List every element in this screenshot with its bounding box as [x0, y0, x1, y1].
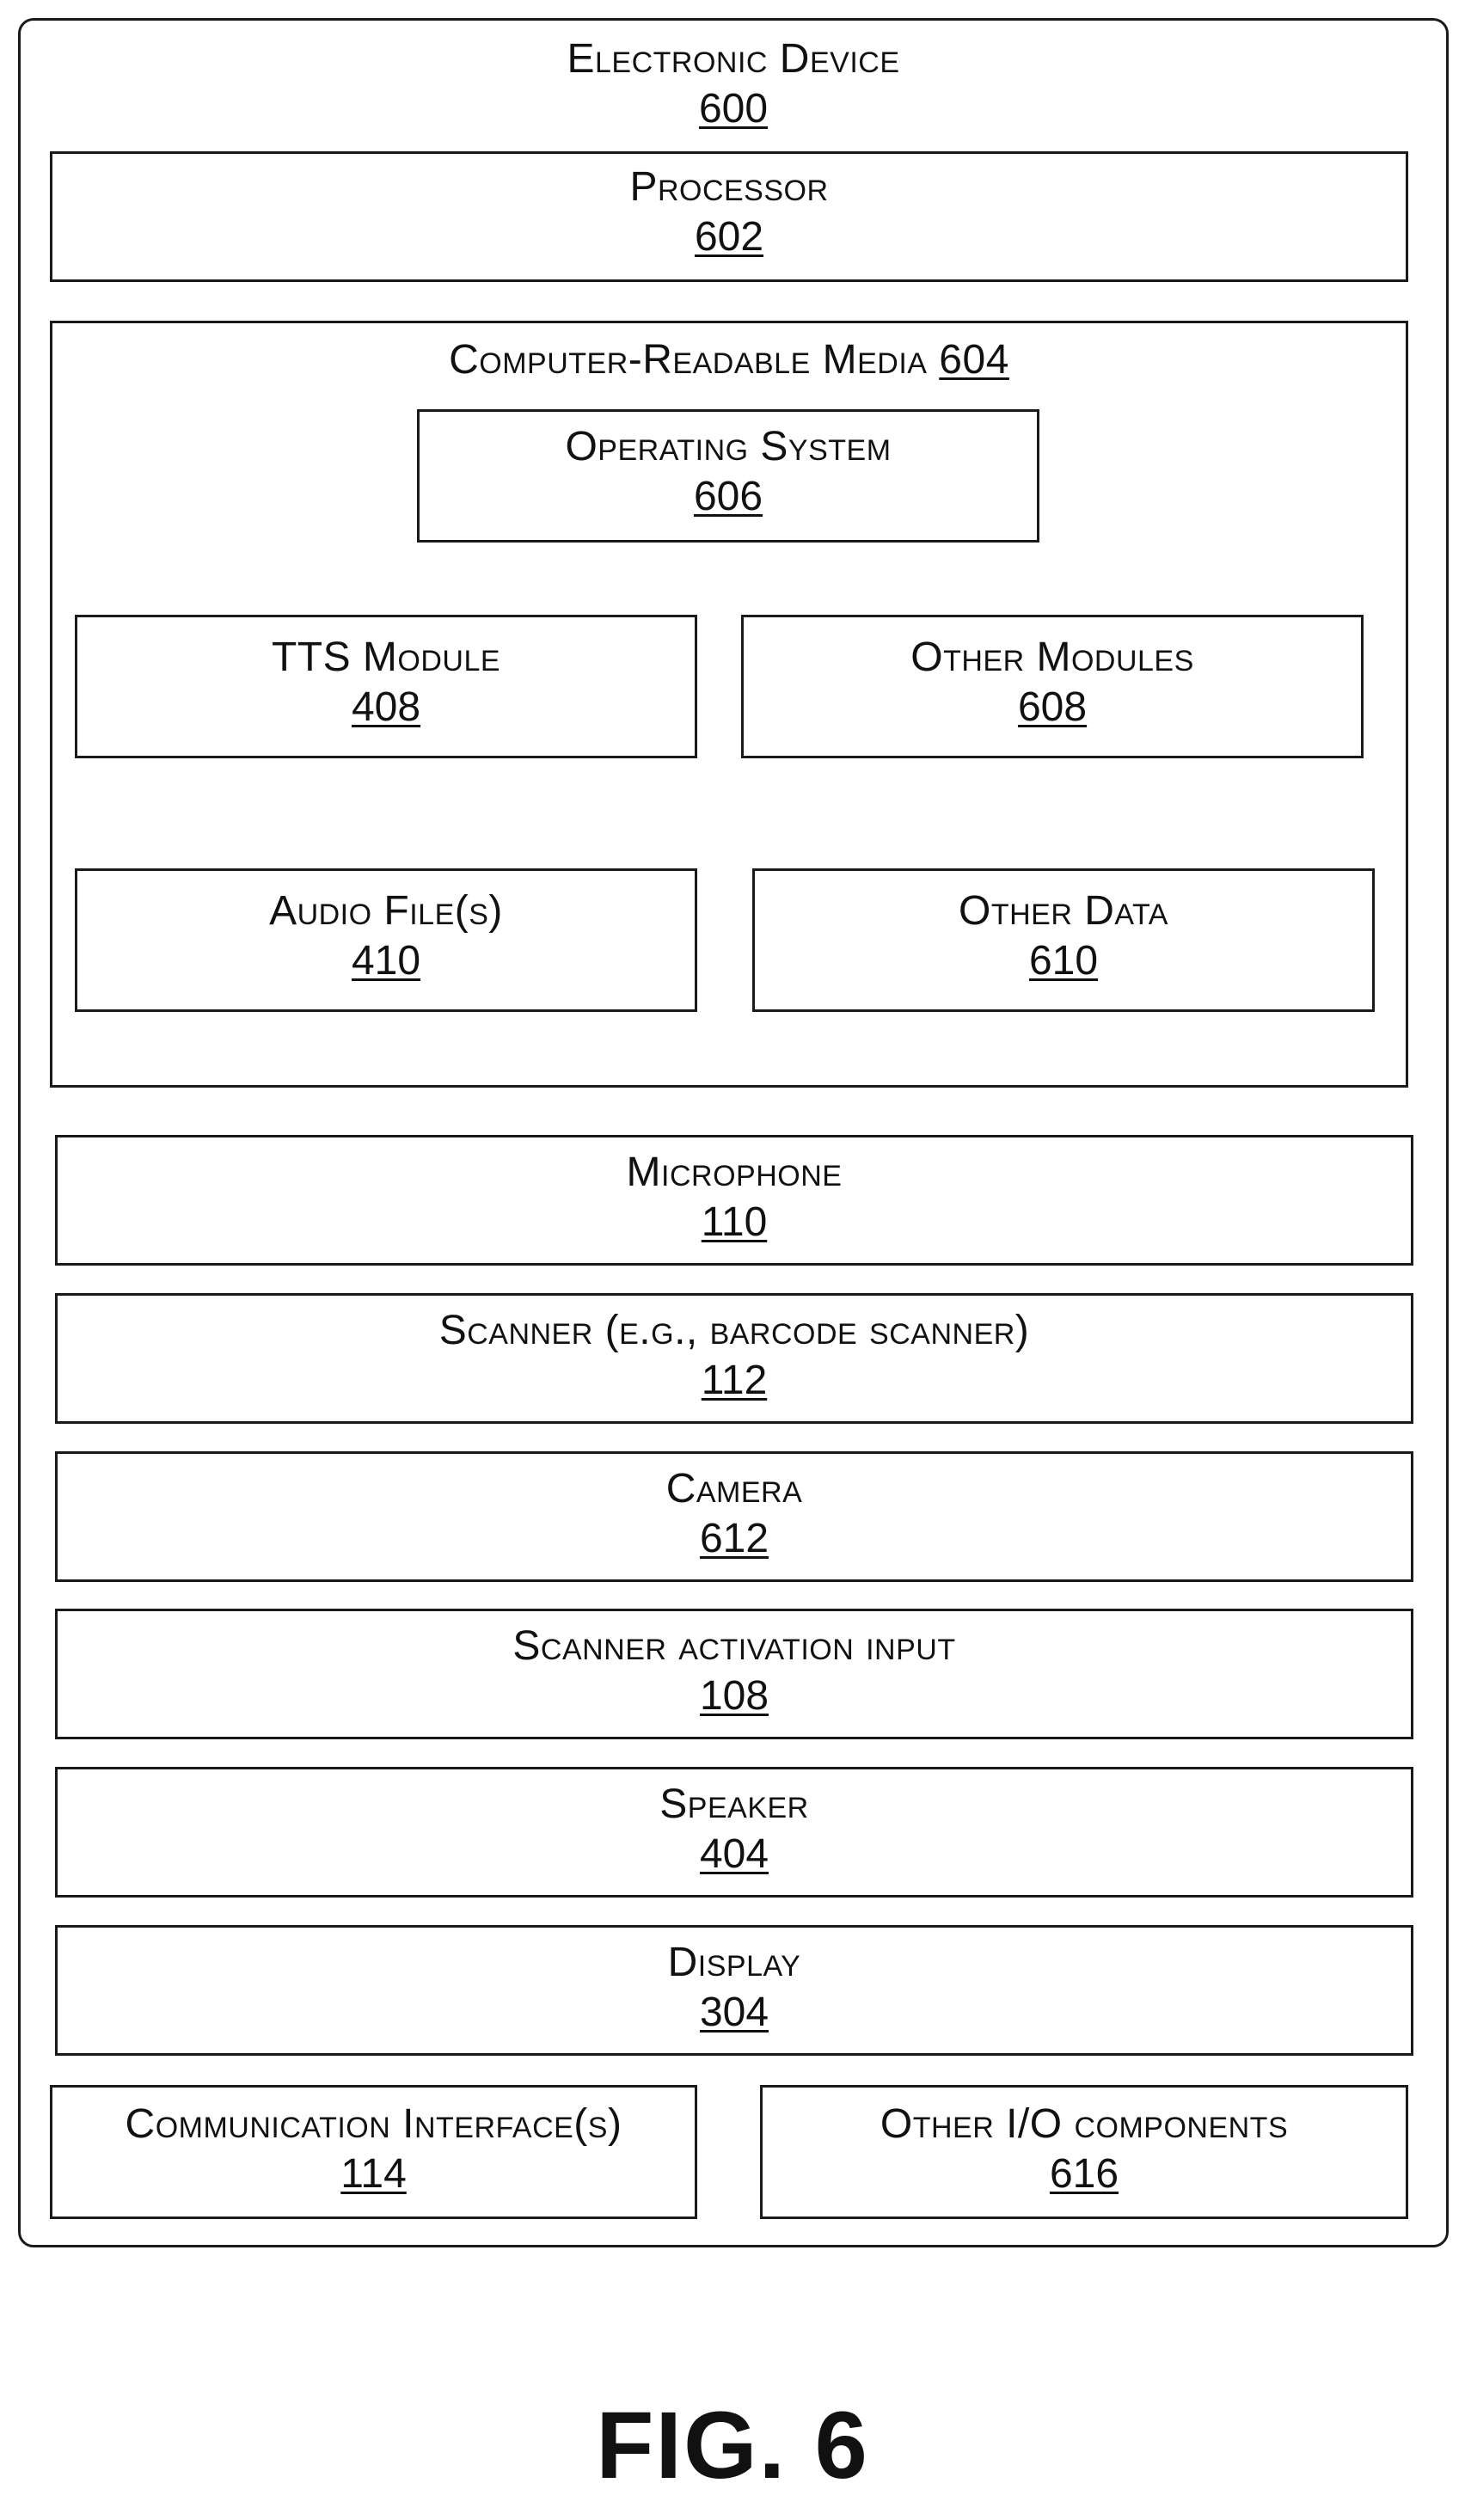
audio-files-number: 410: [77, 936, 695, 986]
other-modules-number: 608: [744, 683, 1361, 733]
display-title: Display: [58, 1938, 1411, 1988]
scanner-activation-input-number: 108: [58, 1671, 1411, 1721]
camera-number: 612: [58, 1514, 1411, 1564]
scanner-title: Scanner (e.g., barcode scanner): [58, 1306, 1411, 1356]
camera-title: Camera: [58, 1464, 1411, 1514]
microphone-number: 110: [58, 1198, 1411, 1248]
speaker-title: Speaker: [58, 1780, 1411, 1830]
other-io-components-title: Other I/O components: [763, 2100, 1406, 2149]
display-number: 304: [58, 1988, 1411, 2038]
tts-module-title: TTS Module: [77, 633, 695, 683]
other-data-title: Other Data: [755, 886, 1372, 936]
crm-title: Computer-Readable Media: [449, 337, 927, 383]
communication-interfaces-title: Communication Interface(s): [52, 2100, 695, 2149]
device-number: 600: [21, 84, 1446, 134]
processor-title: Processor: [52, 162, 1406, 212]
other-io-components-number: 616: [763, 2149, 1406, 2199]
communication-interfaces-box: Communication Interface(s) 114: [50, 2085, 697, 2219]
other-modules-box: Other Modules 608: [741, 615, 1364, 758]
scanner-box: Scanner (e.g., barcode scanner) 112: [55, 1293, 1413, 1424]
microphone-title: Microphone: [58, 1148, 1411, 1198]
operating-system-box: Operating System 606: [417, 409, 1039, 543]
microphone-box: Microphone 110: [55, 1135, 1413, 1266]
figure-label: FIG. 6: [0, 2390, 1465, 2502]
speaker-box: Speaker 404: [55, 1767, 1413, 1898]
operating-system-title: Operating System: [420, 422, 1037, 472]
speaker-number: 404: [58, 1830, 1411, 1879]
display-box: Display 304: [55, 1925, 1413, 2056]
tts-module-box: TTS Module 408: [75, 615, 697, 758]
scanner-number: 112: [58, 1356, 1411, 1406]
other-data-box: Other Data 610: [752, 868, 1375, 1012]
audio-files-box: Audio File(s) 410: [75, 868, 697, 1012]
other-io-components-box: Other I/O components 616: [760, 2085, 1408, 2219]
crm-title-line: Computer-Readable Media 604: [52, 335, 1406, 385]
scanner-activation-input-title: Scanner activation input: [58, 1622, 1411, 1671]
processor-box: Processor 602: [50, 151, 1408, 282]
scanner-activation-input-box: Scanner activation input 108: [55, 1609, 1413, 1739]
processor-number: 602: [52, 212, 1406, 262]
other-data-number: 610: [755, 936, 1372, 986]
tts-module-number: 408: [77, 683, 695, 733]
operating-system-number: 606: [420, 472, 1037, 522]
camera-box: Camera 612: [55, 1451, 1413, 1582]
communication-interfaces-number: 114: [52, 2149, 695, 2199]
other-modules-title: Other Modules: [744, 633, 1361, 683]
crm-number: 604: [939, 337, 1009, 383]
audio-files-title: Audio File(s): [77, 886, 695, 936]
device-title: Electronic Device: [21, 34, 1446, 84]
